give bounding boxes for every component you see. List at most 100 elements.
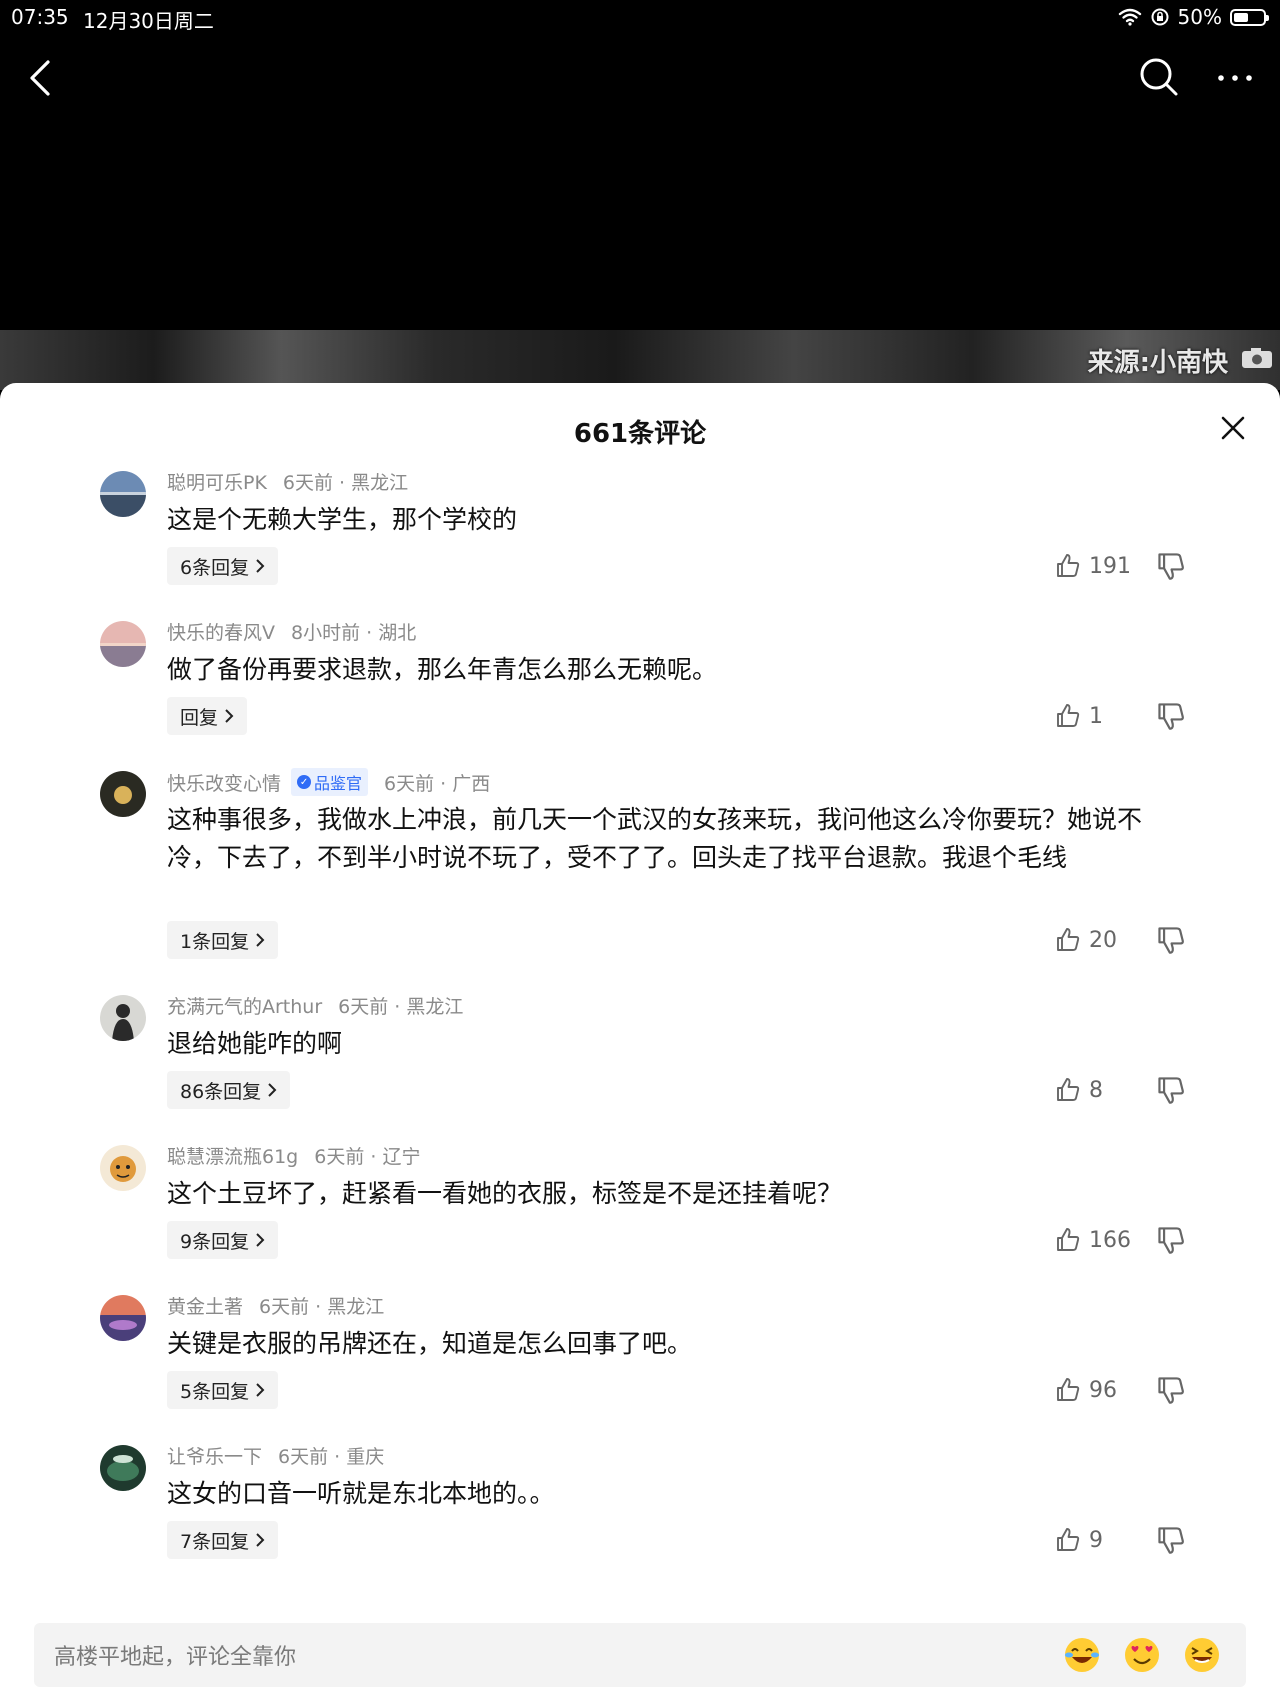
comment-meta: 黄金土著 6天前 · 黑龙江 [167,1292,384,1319]
view-replies-button[interactable]: 5条回复 [167,1371,279,1409]
comment-input-placeholder[interactable]: 高楼平地起，评论全靠你 [54,1639,296,1671]
comment-text: 关键是衣服的吊牌还在，知道是怎么回事了吧。 [167,1329,693,1358]
comment-username[interactable]: 快乐改变心情 [167,769,281,796]
reply-label: 1条回复 [180,930,250,953]
grinning-squint-emoji[interactable] [1182,1635,1222,1675]
thumbs-down-icon[interactable] [1156,1375,1186,1405]
camera-icon [1242,348,1272,368]
avatar[interactable] [100,771,146,817]
video-frame[interactable]: 来源:小南快 [0,330,1280,390]
comment-text: 这女的口音一听就是东北本地的。。 [167,1479,555,1508]
thumbs-up-icon [1057,554,1080,577]
avatar[interactable] [100,1295,146,1341]
view-replies-button[interactable]: 6条回复 [167,547,279,585]
thumbs-up-icon [1057,704,1080,727]
search-icon[interactable] [1136,54,1182,100]
comment-meta: 快乐的春风V 8小时前 · 湖北 [167,618,416,645]
battery-percent: 50% [1177,5,1222,29]
status-right: 50% [1118,5,1269,29]
reply-label: 6条回复 [180,556,250,579]
heart-eyes-emoji[interactable] [1122,1635,1162,1675]
wifi-icon [1118,8,1141,26]
thumbs-up-icon [1057,1378,1080,1401]
like-count: 191 [1089,553,1131,579]
video-watermark: 来源:小南快 [1087,348,1228,378]
like-button[interactable]: 20 [1055,921,1117,959]
more-dots-icon[interactable] [1210,58,1260,98]
view-replies-button[interactable]: 86条回复 [167,1071,291,1109]
battery-icon [1230,8,1269,26]
chevron-right-icon [225,709,234,723]
comments-list[interactable]: 聪明可乐PK 6天前 · 黑龙江 这是个无赖大学生，那个学校的 6条回复 191 [0,383,1280,1615]
comment-text: 退给她能咋的啊 [167,1029,343,1058]
like-button[interactable]: 8 [1055,1071,1103,1109]
like-button[interactable]: 96 [1055,1371,1117,1409]
avatar[interactable] [100,621,146,667]
thumbs-down-icon[interactable] [1156,551,1186,581]
comment-username[interactable]: 黄金土著 [167,1292,243,1319]
like-count: 166 [1089,1227,1131,1253]
like-count: 1 [1089,703,1103,729]
rotation-lock-icon [1151,8,1169,26]
comment-username[interactable]: 让爷乐一下 [167,1442,262,1469]
view-replies-button[interactable]: 9条回复 [167,1221,279,1259]
comment-username[interactable]: 聪明可乐PK [167,468,267,495]
comment-time-location: 6天前 · 黑龙江 [282,472,409,494]
thumbs-down-icon[interactable] [1156,1225,1186,1255]
thumbs-down-icon[interactable] [1156,1525,1186,1555]
reviewer-badge: ✓ 品鉴官 [291,768,369,796]
chevron-right-icon [256,559,265,573]
like-button[interactable]: 1 [1055,697,1103,735]
like-button[interactable]: 9 [1055,1521,1103,1559]
comment-meta: 让爷乐一下 6天前 · 重庆 [167,1442,384,1469]
reply-button[interactable]: 回复 [167,697,248,735]
thumbs-down-icon[interactable] [1156,1075,1186,1105]
comment-meta: 聪明可乐PK 6天前 · 黑龙江 [167,468,408,495]
like-count: 9 [1089,1527,1103,1553]
like-count: 8 [1089,1077,1103,1103]
thumbs-up-icon [1057,928,1080,951]
reply-label: 5条回复 [180,1380,250,1403]
comments-sheet: 661条评论 聪明可乐PK 6天前 · 黑龙江 这是个无赖大学生，那个学校的 6… [0,383,1280,1706]
like-button[interactable]: 191 [1055,547,1131,585]
chevron-left-icon[interactable] [22,56,62,100]
view-replies-button[interactable]: 7条回复 [167,1521,279,1559]
view-replies-button[interactable]: 1条回复 [167,921,279,959]
comment-time-location: 6天前 · 黑龙江 [338,996,464,1018]
thumbs-up-icon [1057,1078,1080,1101]
comment-meta: 快乐改变心情 ✓ 品鉴官 6天前 · 广西 [167,768,490,796]
comment-meta: 充满元气的Arthur 6天前 · 黑龙江 [167,992,463,1019]
status-time: 07:35 [11,5,69,29]
avatar[interactable] [100,1145,146,1191]
comment-time-location: 6天前 · 广西 [384,772,491,795]
comment-text: 这是个无赖大学生，那个学校的 [167,505,518,534]
comment-username[interactable]: 充满元气的Arthur [167,992,322,1019]
chevron-right-icon [268,1083,277,1097]
reply-label: 86条回复 [180,1080,262,1103]
laughing-tears-emoji[interactable] [1062,1635,1102,1675]
avatar[interactable] [100,471,146,517]
comment-username[interactable]: 快乐的春风V [167,618,275,645]
thumbs-down-icon[interactable] [1156,925,1186,955]
chevron-right-icon [256,933,265,947]
comment-time-location: 6天前 · 辽宁 [314,1146,421,1168]
like-count: 20 [1089,927,1117,953]
verified-check-icon: ✓ [297,775,312,789]
comment-text: 这种事很多，我做水上冲浪，前几天一个武汉的女孩来玩，我问他这么冷你要玩？她说不冷… [167,805,1143,872]
reply-label: 9条回复 [180,1230,250,1253]
comment-time-location: 6天前 · 重庆 [278,1446,385,1468]
like-button[interactable]: 166 [1055,1221,1131,1259]
comment-meta: 聪慧漂流瓶61g 6天前 · 辽宁 [167,1142,420,1169]
thumbs-down-icon[interactable] [1156,701,1186,731]
status-date: 12月30日周二 [83,9,214,33]
comment-text: 这个土豆坏了，赶紧看一看她的衣服，标签是不是还挂着呢？ [167,1179,843,1208]
avatar[interactable] [100,995,146,1041]
comment-username[interactable]: 聪慧漂流瓶61g [167,1142,298,1169]
reply-label: 回复 [180,706,219,729]
chevron-right-icon [256,1233,265,1247]
badge-label: 品鉴官 [314,774,363,793]
comment-input-bar[interactable]: 高楼平地起，评论全靠你 [34,1623,1246,1687]
reply-label: 7条回复 [180,1530,250,1553]
thumbs-up-icon [1057,1528,1080,1551]
avatar[interactable] [100,1445,146,1491]
